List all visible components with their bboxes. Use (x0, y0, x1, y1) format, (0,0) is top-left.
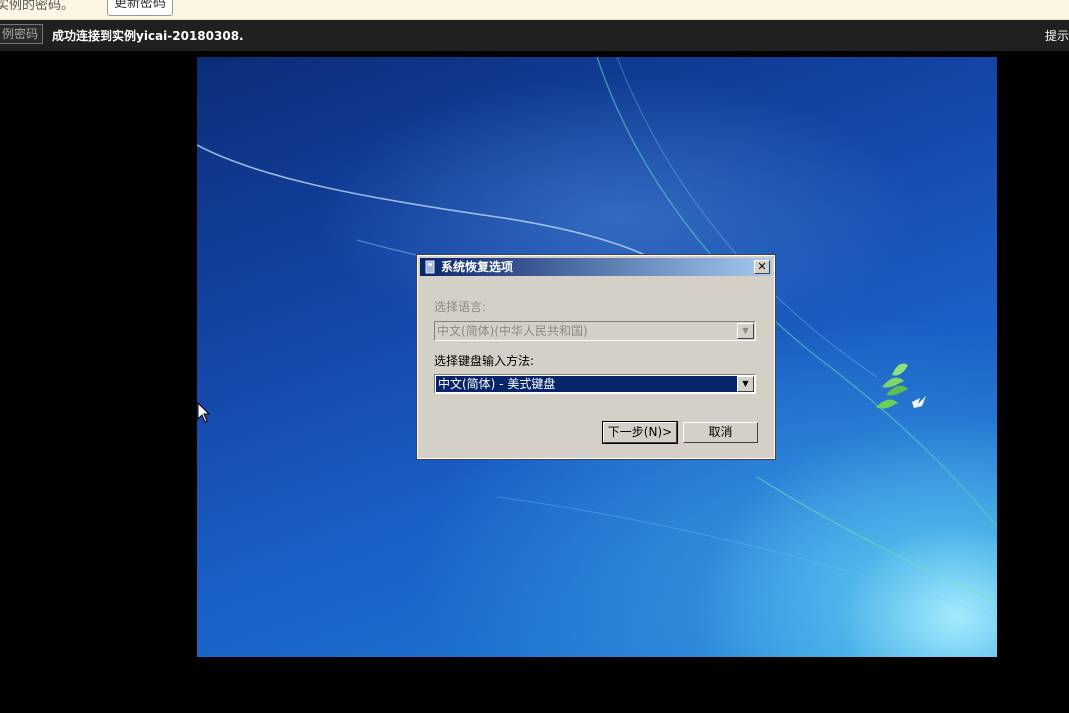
language-select: 中文(简体)(中华人民共和国) ▼ (434, 321, 756, 341)
instance-password-button[interactable]: 例密码 (0, 24, 44, 44)
recovery-icon (425, 260, 435, 274)
keyboard-label: 选择键盘输入方法: (434, 354, 535, 368)
language-value: 中文(简体)(中华人民共和国) (437, 324, 588, 338)
dialog-title-bar[interactable]: 系统恢复选项 ✕ (420, 258, 772, 276)
keyboard-select[interactable]: 中文(简体) - 美式键盘 ▼ (434, 374, 756, 394)
dialog-title: 系统恢复选项 (441, 260, 514, 274)
language-label: 选择语言: (434, 300, 487, 314)
chevron-down-icon: ▼ (737, 323, 754, 339)
bird-icon (912, 396, 926, 408)
keyboard-value: 中文(简体) - 美式键盘 (436, 376, 738, 392)
remote-desktop-screen[interactable]: 系统恢复选项 ✕ 选择语言: 中文(简体)(中华人民共和国) ▼ 选择键盘输入方… (197, 57, 997, 657)
close-icon[interactable]: ✕ (754, 260, 770, 274)
mouse-cursor-icon (197, 402, 211, 423)
connection-status-bar: 例密码 成功连接到实例yicai-20180308. 提示 (0, 20, 1069, 51)
tip-link[interactable]: 提示 (1045, 27, 1069, 44)
system-recovery-dialog: 系统恢复选项 ✕ 选择语言: 中文(简体)(中华人民共和国) ▼ 选择键盘输入方… (416, 254, 776, 460)
update-password-button[interactable]: 更新密码 (107, 0, 174, 16)
connection-message: 成功连接到实例yicai-20180308. (52, 29, 244, 43)
notification-text: 实例的密码。 (0, 0, 75, 13)
cancel-button[interactable]: 取消 (683, 422, 758, 443)
plant-leaves (876, 363, 908, 409)
chevron-down-icon[interactable]: ▼ (737, 376, 754, 392)
next-button[interactable]: 下一步(N)> (602, 421, 678, 444)
notification-bar: 实例的密码。 更新密码 (0, 0, 1069, 20)
